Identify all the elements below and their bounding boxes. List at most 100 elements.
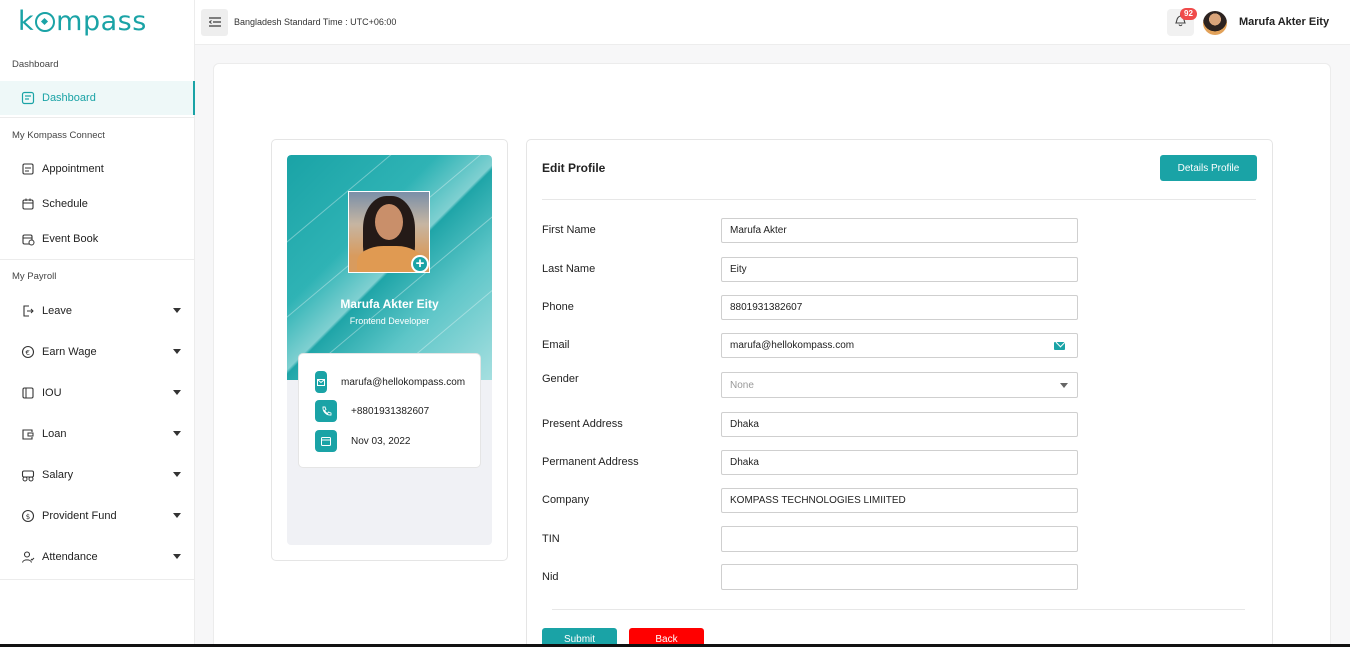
phone-input[interactable]: 8801931382607 [721,295,1078,320]
sidebar-item-label: Appointment [42,163,104,175]
date-row: Nov 03, 2022 [315,430,411,452]
sidebar-item-label: Dashboard [42,92,96,104]
chevron-down-icon [173,554,181,559]
sidebar-item-label: IOU [42,387,62,399]
phone-row: +8801931382607 [315,400,429,422]
divider [0,259,195,260]
sidebar-item-label: Schedule [42,198,88,210]
profile-phone: +8801931382607 [351,405,430,417]
chevron-down-icon [173,308,181,313]
sidebar: k mpass Dashboard Dashboard My Kompass Co… [0,0,195,647]
nid-label: Nid [542,571,559,583]
email-value: marufa@hellokompass.com [730,340,855,351]
timezone-label: Bangladesh Standard Time : UTC+06:00 [234,17,397,27]
contact-info-card: marufa@hellokompass.com +8801931382607 N… [298,353,481,468]
chevron-down-icon [173,390,181,395]
gender-label: Gender [542,373,579,385]
profile-banner: + Marufa Akter Eity Frontend Developer [287,155,492,380]
email-row: marufa@hellokompass.com [315,371,465,393]
phone-icon [315,400,337,422]
sidebar-item-label: Salary [42,469,74,481]
leave-icon [20,303,36,319]
nid-input[interactable] [721,564,1078,590]
dashboard-icon [20,90,36,106]
add-photo-icon[interactable]: + [411,255,429,273]
earn-wage-icon: € [20,344,36,360]
chevron-down-icon [173,431,181,436]
section-label-payroll: My Payroll [12,271,57,282]
kompass-logo[interactable]: k mpass [18,6,147,37]
attendance-icon [20,549,36,565]
first-name-input[interactable]: Marufa Akter [721,218,1078,243]
sidebar-item-label: Loan [42,428,67,440]
sidebar-item-event-book[interactable]: Event Book [0,222,195,256]
calendar-icon [20,196,36,212]
email-icon [315,371,327,393]
details-profile-button[interactable]: Details Profile [1160,155,1257,181]
profile-name: Marufa Akter Eity [340,297,439,311]
divider [0,579,195,580]
last-name-label: Last Name [542,263,596,275]
sidebar-item-label: Event Book [42,233,99,245]
profile-panel: + Marufa Akter Eity Frontend Developer [287,155,492,545]
provident-fund-icon: $ [20,508,36,524]
sidebar-item-appointment[interactable]: Appointment [0,152,195,186]
gender-value: None [730,379,754,391]
sidebar-item-dashboard[interactable]: Dashboard [0,81,195,115]
top-header: Bangladesh Standard Time : UTC+06:00 92 … [195,0,1350,45]
user-name[interactable]: Marufa Akter Eity [1239,16,1329,28]
tin-label: TIN [542,533,560,545]
divider [0,117,195,118]
tin-input[interactable] [721,526,1078,552]
salary-icon [20,467,36,483]
sidebar-item-label: Attendance [42,551,98,563]
menu-collapse-icon [208,14,221,32]
divider [542,199,1256,200]
sidebar-item-salary[interactable]: Salary [0,458,195,492]
sidebar-item-iou[interactable]: IOU [0,376,195,410]
permanent-address-label: Permanent Address [542,456,639,468]
present-address-input[interactable]: Dhaka [721,412,1078,437]
calendar-icon [315,430,337,452]
company-label: Company [542,494,590,506]
chevron-down-icon [173,349,181,354]
sidebar-item-schedule[interactable]: Schedule [0,187,195,221]
sidebar-item-attendance[interactable]: Attendance [0,540,195,574]
permanent-address-input[interactable]: Dhaka [721,450,1078,475]
present-address-label: Present Address [542,418,623,430]
sidebar-item-loan[interactable]: Loan [0,417,195,451]
notification-badge: 92 [1180,8,1197,20]
section-label-kompass-connect: My Kompass Connect [12,130,105,141]
avatar[interactable] [1203,11,1227,35]
email-icon [1054,342,1065,350]
gender-select[interactable]: None [721,372,1078,398]
last-name-input[interactable]: Eity [721,257,1078,282]
sidebar-item-label: Provident Fund [42,510,117,522]
profile-email: marufa@hellokompass.com [341,376,466,388]
sidebar-item-label: Earn Wage [42,346,97,358]
appointment-icon [20,161,36,177]
sidebar-item-provident-fund[interactable]: $ Provident Fund [0,499,195,533]
iou-icon [20,385,36,401]
sidebar-item-leave[interactable]: Leave [0,294,195,328]
chevron-down-icon [173,513,181,518]
section-label-dashboard: Dashboard [12,59,59,70]
menu-toggle-button[interactable] [201,9,228,36]
divider [552,609,1245,610]
chevron-down-icon [173,472,181,477]
sidebar-item-earn-wage[interactable]: € Earn Wage [0,335,195,369]
first-name-label: First Name [542,224,596,236]
page-title: Edit Profile [542,161,606,175]
email-input[interactable]: marufa@hellokompass.com [721,333,1078,358]
event-book-icon [20,231,36,247]
sidebar-item-label: Leave [42,305,72,317]
svg-text:$: $ [26,513,30,521]
email-label: Email [542,339,570,351]
svg-text:€: € [26,349,30,357]
profile-date: Nov 03, 2022 [351,435,411,447]
profile-role: Frontend Developer [349,316,430,326]
chevron-down-icon [1060,383,1068,388]
phone-label: Phone [542,301,574,313]
loan-icon [20,426,36,442]
company-input[interactable]: KOMPASS TECHNOLOGIES LIMIITED [721,488,1078,513]
